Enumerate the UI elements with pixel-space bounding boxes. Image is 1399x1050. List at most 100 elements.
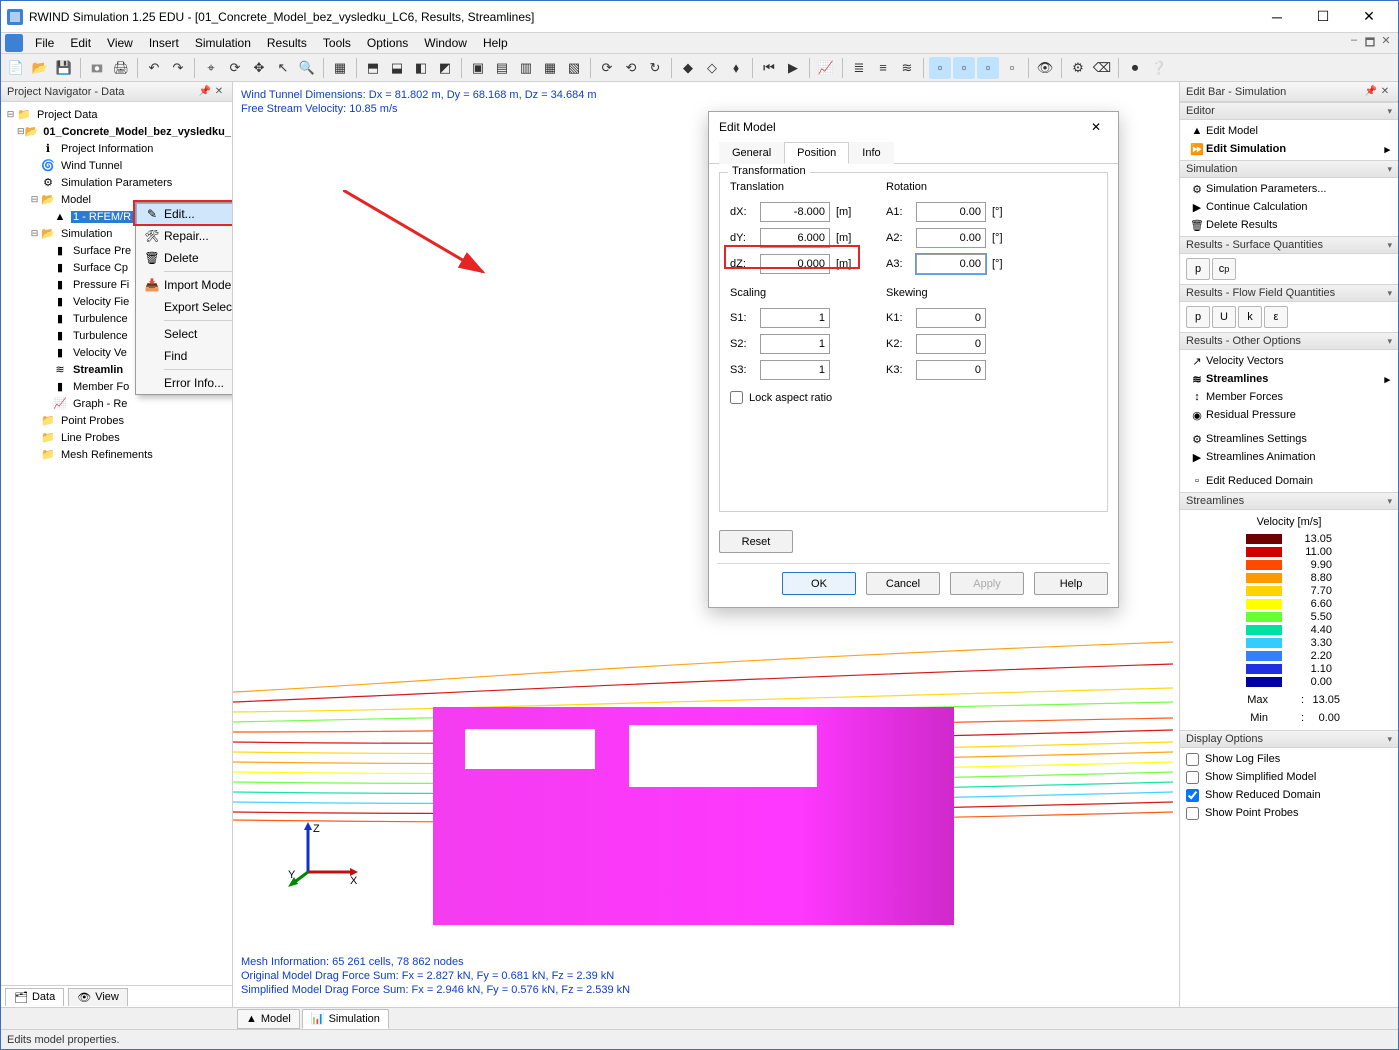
edit-domain-item[interactable]: ▫Edit Reduced Domain <box>1184 472 1394 490</box>
display-2-icon[interactable]: ▤ <box>491 57 513 79</box>
streamlines-item[interactable]: ≋Streamlines▸ <box>1184 370 1394 388</box>
pin-icon[interactable]: 📌 <box>198 86 212 97</box>
menu-edit[interactable]: Edit <box>62 34 99 52</box>
domain-2-icon[interactable]: ▫ <box>953 57 975 79</box>
edit-model-item[interactable]: ▲Edit Model <box>1184 122 1394 140</box>
tree-model-folder[interactable]: Model <box>59 194 93 206</box>
tree-item[interactable]: Project Information <box>59 143 155 155</box>
close-button[interactable]: ✕ <box>1346 2 1392 32</box>
menu-help[interactable]: Help <box>475 34 516 52</box>
p-button[interactable]: p <box>1186 258 1210 280</box>
flow-p-button[interactable]: p <box>1186 306 1210 328</box>
mdi-restore-icon[interactable]: 🗖 <box>1362 34 1378 53</box>
tree-item[interactable]: Simulation Parameters <box>59 177 174 189</box>
tree-item[interactable]: Surface Pre <box>71 245 133 257</box>
chart-icon[interactable]: 📈 <box>815 57 837 79</box>
stream-anim-item[interactable]: ▶Streamlines Animation <box>1184 448 1394 466</box>
menu-tools[interactable]: Tools <box>315 34 359 52</box>
ctx-repair[interactable]: 🛠Repair... <box>136 225 232 247</box>
maximize-button[interactable]: ☐ <box>1300 2 1346 32</box>
a3-input[interactable] <box>916 254 986 274</box>
domain-1-icon[interactable]: ▫ <box>929 57 951 79</box>
tool-b-icon[interactable]: ⌫ <box>1091 57 1113 79</box>
tree-item[interactable]: Wind Tunnel <box>59 160 124 172</box>
new-icon[interactable]: 📄 <box>5 57 27 79</box>
tree-streamlines[interactable]: Streamlin <box>71 364 125 376</box>
menu-simulation[interactable]: Simulation <box>187 34 259 52</box>
tree-item[interactable]: Line Probes <box>59 432 122 444</box>
section-results-flow[interactable]: Results - Flow Field Quantities▾ <box>1180 284 1398 302</box>
grid-icon[interactable]: ▦ <box>329 57 351 79</box>
ctx-find[interactable]: Find <box>136 345 232 367</box>
tree-model-selected[interactable]: 1 - RFEM/R <box>71 211 133 223</box>
context-menu[interactable]: ✎Edit... 🛠Repair... 🗑Delete 📥Import Mode… <box>135 202 232 395</box>
tab-info[interactable]: Info <box>849 142 893 164</box>
menu-view[interactable]: View <box>99 34 141 52</box>
show-log-checkbox[interactable] <box>1186 753 1199 766</box>
rotate-icon[interactable]: ⟳ <box>224 57 246 79</box>
show-simplified-checkbox[interactable] <box>1186 771 1199 784</box>
view-side-icon[interactable]: ◧ <box>410 57 432 79</box>
reset-button[interactable]: Reset <box>719 530 793 553</box>
section-results-surface[interactable]: Results - Surface Quantities▾ <box>1180 236 1398 254</box>
tab-simulation[interactable]: 📊Simulation <box>302 1009 389 1029</box>
section-streamlines[interactable]: Streamlines▾ <box>1180 492 1398 510</box>
flow-u-button[interactable]: U <box>1212 306 1236 328</box>
apply-button[interactable]: Apply <box>950 572 1024 595</box>
view-top-icon[interactable]: ⬒ <box>362 57 384 79</box>
tree-item[interactable]: Point Probes <box>59 415 126 427</box>
tree-sim-folder[interactable]: Simulation <box>59 228 114 240</box>
menu-options[interactable]: Options <box>359 34 416 52</box>
minimize-button[interactable]: ─ <box>1254 2 1300 32</box>
snapshot-icon[interactable] <box>86 57 108 79</box>
menu-window[interactable]: Window <box>416 34 475 52</box>
viewport-3d[interactable]: Wind Tunnel Dimensions: Dx = 81.802 m, D… <box>233 82 1179 1007</box>
ctx-error[interactable]: Error Info... <box>136 372 232 394</box>
menu-file[interactable]: File <box>27 34 62 52</box>
record-icon[interactable]: ⏺ <box>1124 57 1146 79</box>
flow-k-button[interactable]: k <box>1238 306 1262 328</box>
dz-input[interactable] <box>760 254 830 274</box>
mdi-minimize-icon[interactable]: ‒ <box>1346 34 1362 53</box>
tree-model-root[interactable]: 01_Concrete_Model_bez_vysledku_ <box>41 126 232 138</box>
tab-general[interactable]: General <box>719 142 784 164</box>
help-icon[interactable]: ❔ <box>1148 57 1170 79</box>
navigator-tree[interactable]: ⊟📁Project Data ⊟📂01_Concrete_Model_bez_v… <box>1 102 232 985</box>
display-3-icon[interactable]: ▥ <box>515 57 537 79</box>
tree-item[interactable]: Velocity Ve <box>71 347 129 359</box>
zoom-fit-icon[interactable]: ⌖ <box>200 57 222 79</box>
tree-item[interactable]: Mesh Refinements <box>59 449 155 461</box>
redo-icon[interactable]: ↷ <box>167 57 189 79</box>
print-icon[interactable]: 🖨 <box>110 57 132 79</box>
ctx-delete[interactable]: 🗑Delete <box>136 247 232 269</box>
tree-item[interactable]: Turbulence <box>71 330 130 342</box>
s2-input[interactable] <box>760 334 830 354</box>
media-prev-icon[interactable]: ⏮ <box>758 57 780 79</box>
section-editor[interactable]: Editor▾ <box>1180 102 1398 120</box>
velocity-vectors-item[interactable]: ↗Velocity Vectors <box>1184 352 1394 370</box>
cp-button[interactable]: cp <box>1212 258 1236 280</box>
menu-results[interactable]: Results <box>259 34 315 52</box>
probe-3-icon[interactable]: ⬧ <box>725 57 747 79</box>
tree-item[interactable]: Turbulence <box>71 313 130 325</box>
domain-3-icon[interactable]: ▫ <box>977 57 999 79</box>
k3-input[interactable] <box>916 360 986 380</box>
ctx-select[interactable]: Select <box>136 323 232 345</box>
s3-input[interactable] <box>760 360 830 380</box>
undo-icon[interactable]: ↶ <box>143 57 165 79</box>
a2-input[interactable] <box>916 228 986 248</box>
residual-pressure-item[interactable]: ◉Residual Pressure <box>1184 406 1394 424</box>
ctx-export[interactable]: Export Selected Models... <box>136 296 232 318</box>
view-front-icon[interactable]: ⬓ <box>386 57 408 79</box>
domain-4-icon[interactable]: ▫ <box>1001 57 1023 79</box>
slice-2-icon[interactable]: ≡ <box>872 57 894 79</box>
probe-2-icon[interactable]: ◇ <box>701 57 723 79</box>
ctx-edit[interactable]: ✎Edit... <box>136 203 232 225</box>
section-results-other[interactable]: Results - Other Options▾ <box>1180 332 1398 350</box>
tab-view[interactable]: 👁View <box>68 988 128 1006</box>
cursor-icon[interactable]: ↖ <box>272 57 294 79</box>
dialog-close-icon[interactable]: ✕ <box>1084 115 1108 139</box>
visibility-icon[interactable]: 👁 <box>1034 57 1056 79</box>
tool-a-icon[interactable]: ⚙ <box>1067 57 1089 79</box>
slice-1-icon[interactable]: ≣ <box>848 57 870 79</box>
